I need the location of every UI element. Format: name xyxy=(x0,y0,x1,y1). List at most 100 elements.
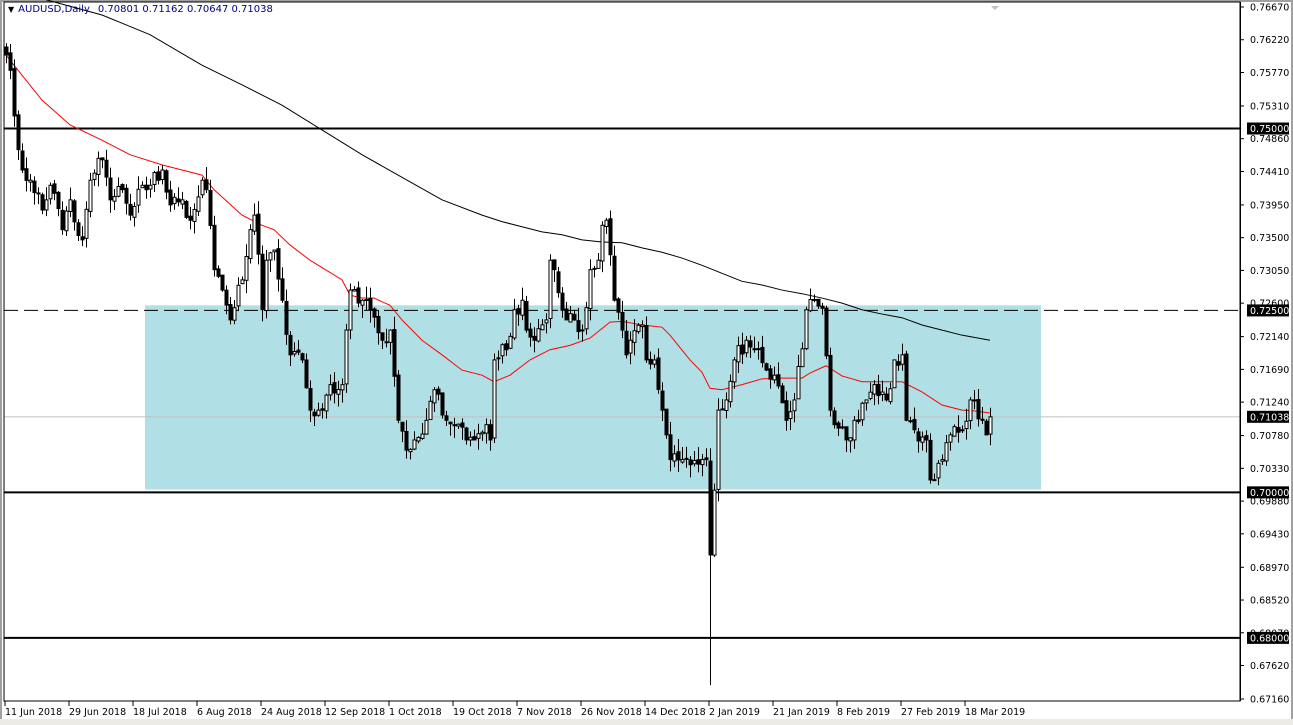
candle-body-bear xyxy=(669,435,672,460)
candle-body-bear xyxy=(825,308,828,356)
price-chart[interactable]: 0.766700.762200.757700.753100.748600.744… xyxy=(0,0,1293,725)
candle[interactable] xyxy=(765,363,768,371)
candle-body-bear xyxy=(297,350,300,352)
candle[interactable] xyxy=(985,419,988,435)
candle[interactable] xyxy=(665,409,668,439)
candle-body-bear xyxy=(401,422,404,431)
candle-body-bear xyxy=(617,299,620,312)
candle-body-bear xyxy=(13,69,16,116)
candle[interactable] xyxy=(493,354,496,443)
candle-body-bear xyxy=(73,201,76,222)
candle-body-bull xyxy=(589,270,592,309)
candle-body-bull xyxy=(849,438,852,441)
date-tick-label: 8 Feb 2019 xyxy=(837,707,890,718)
candle-body-bear xyxy=(765,364,768,370)
candle-body-bull xyxy=(809,300,812,311)
candle-body-bear xyxy=(41,195,44,210)
candle[interactable] xyxy=(829,348,832,417)
candle-body-bear xyxy=(657,358,660,389)
candle-body-bull xyxy=(745,340,748,352)
candle[interactable] xyxy=(397,370,400,423)
candle-body-bull xyxy=(861,403,864,420)
candle-body-bull xyxy=(773,375,776,380)
candle-body-bull xyxy=(521,300,524,315)
candle-body-bear xyxy=(573,314,576,320)
candle-body-bull xyxy=(601,225,604,261)
candle[interactable] xyxy=(261,246,264,322)
candle-body-bear xyxy=(885,394,888,400)
candle[interactable] xyxy=(781,383,784,403)
candle[interactable] xyxy=(893,360,896,388)
candle[interactable] xyxy=(345,324,348,393)
price-tick-label: 0.71690 xyxy=(1250,365,1289,376)
candle-body-bull xyxy=(973,400,976,401)
candle-body-bear xyxy=(581,330,584,331)
price-level-label: 0.68000 xyxy=(1250,633,1289,644)
candle-body-bull xyxy=(361,300,364,305)
candle-body-bear xyxy=(957,428,960,433)
candle-body-bear xyxy=(985,421,988,435)
candle-body-bull xyxy=(961,430,964,431)
candle-body-bear xyxy=(621,313,624,331)
candle-body-bull xyxy=(701,460,704,465)
triangle-down-icon[interactable]: ▼ xyxy=(8,5,14,14)
candle-body-bear xyxy=(645,326,648,360)
candle-body-bull xyxy=(881,392,884,394)
candle-body-bear xyxy=(177,199,180,202)
candle-body-bear xyxy=(397,375,400,420)
candle[interactable] xyxy=(713,484,716,557)
candle-body-bull xyxy=(941,460,944,462)
candle[interactable] xyxy=(201,177,204,198)
candle-body-bear xyxy=(473,437,476,440)
candle-body-bull xyxy=(933,480,936,481)
date-tick-label: 14 Dec 2018 xyxy=(645,707,706,718)
candle-body-bear xyxy=(769,369,772,379)
candle-body-bear xyxy=(577,321,580,332)
candle-body-bear xyxy=(213,225,216,269)
candle-body-bull xyxy=(909,421,912,422)
price-tick-label: 0.76670 xyxy=(1250,3,1289,14)
candle-body-bear xyxy=(977,400,980,419)
candle[interactable] xyxy=(221,275,224,292)
candle-body-bear xyxy=(833,411,836,425)
candle[interactable] xyxy=(441,393,444,419)
price-tick-label: 0.75310 xyxy=(1250,101,1289,112)
candle-body-bull xyxy=(161,170,164,180)
candle[interactable] xyxy=(953,424,956,436)
candle[interactable] xyxy=(525,296,528,333)
candle[interactable] xyxy=(265,250,268,318)
candle-body-bear xyxy=(21,151,24,170)
candle[interactable] xyxy=(549,254,552,328)
candle[interactable] xyxy=(557,267,560,298)
candle[interactable] xyxy=(825,306,828,359)
candle-body-bear xyxy=(25,169,28,181)
candle-body-bear xyxy=(229,305,232,320)
candle[interactable] xyxy=(249,224,252,263)
candle[interactable] xyxy=(213,216,216,277)
candle-body-bear xyxy=(221,275,224,290)
candle-body-bear xyxy=(285,301,288,334)
candle-body-bull xyxy=(733,360,736,382)
candle-body-bear xyxy=(109,178,112,200)
candle[interactable] xyxy=(805,307,808,350)
price-tick-label: 0.68520 xyxy=(1250,596,1289,607)
candle-body-bull xyxy=(889,389,892,402)
candle-body-bull xyxy=(421,434,424,438)
candle[interactable] xyxy=(905,351,908,421)
candle-body-bull xyxy=(233,308,236,320)
candle[interactable] xyxy=(185,200,188,219)
candle-body-bull xyxy=(737,346,740,362)
price-tick-label: 0.74860 xyxy=(1250,134,1289,145)
candle-body-bull xyxy=(937,463,940,478)
candle-body-bull xyxy=(989,417,992,434)
candle-body-bull xyxy=(481,432,484,434)
candle[interactable] xyxy=(929,433,932,483)
candle-body-bull xyxy=(265,260,268,310)
candle-body-bear xyxy=(333,383,336,393)
candle-body-bull xyxy=(253,215,256,231)
candle-body-bull xyxy=(65,211,68,231)
candle[interactable] xyxy=(717,398,720,501)
candle-body-bear xyxy=(61,210,64,229)
chart-header: ▼ AUDUSD,Daily 0.70801 0.71162 0.70647 0… xyxy=(8,4,273,15)
candle-body-bear xyxy=(169,190,172,205)
